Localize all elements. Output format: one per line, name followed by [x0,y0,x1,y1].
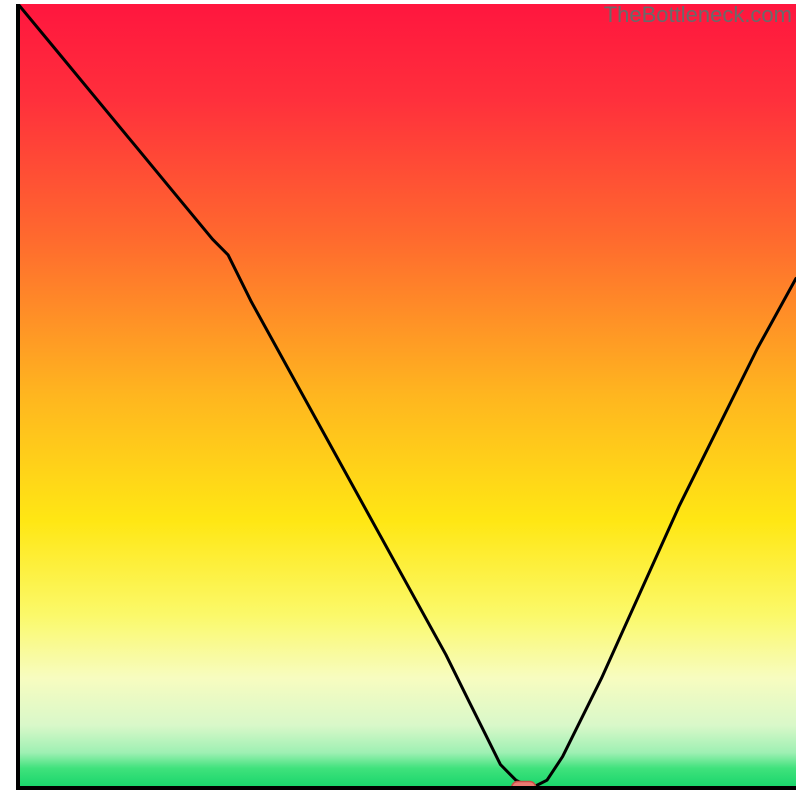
bottleneck-chart [0,0,800,800]
plot-background [18,4,796,788]
chart-container: TheBottleneck.com [0,0,800,800]
watermark-text: TheBottleneck.com [604,2,792,28]
